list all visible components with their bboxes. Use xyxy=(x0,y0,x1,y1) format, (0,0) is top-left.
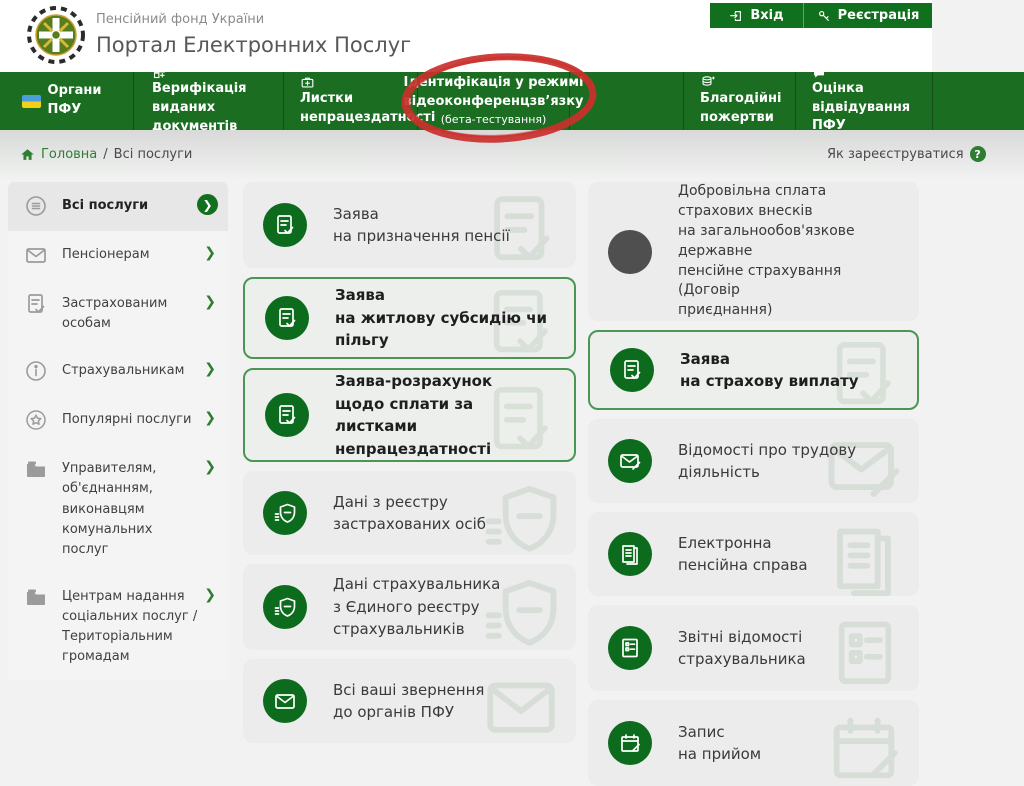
list-circle-icon xyxy=(24,194,48,218)
breadcrumb: Головна / Всі послуги xyxy=(20,147,192,162)
nav-item-video-identification[interactable]: Ідентифікація у режимі відеоконференцзв’… xyxy=(417,72,570,130)
nav-item-verification[interactable]: Верифікація виданих документів xyxy=(133,72,283,130)
breadcrumb-home-link[interactable]: Головна xyxy=(20,147,97,162)
page-title: Портал Електронних Послуг xyxy=(96,33,411,57)
breadcrumb-separator: / xyxy=(103,147,107,162)
document-check-icon xyxy=(263,203,307,247)
card-insurance-payout-application[interactable]: Заява на страхову виплату xyxy=(588,330,919,410)
sidebar-item-all-services[interactable]: Всі послуги ❯ xyxy=(8,182,228,231)
folder-icon xyxy=(24,457,48,481)
breadcrumb-bar: Головна / Всі послуги Як зареєструватися… xyxy=(0,130,1024,178)
login-icon xyxy=(729,9,743,23)
calendar-pencil-icon xyxy=(608,721,652,765)
chevron-right-icon: ❯ xyxy=(204,587,216,603)
card-sick-leave-payment-application[interactable]: Заява-розрахунок щодо сплати за листками… xyxy=(243,368,576,462)
sidebar-item-popular-services[interactable]: Популярні послуги ❯ xyxy=(8,396,228,445)
how-to-register-link[interactable]: Як зареєструватися ? xyxy=(827,146,986,162)
document-check-icon xyxy=(24,292,48,316)
nav-item-organy-pfu[interactable]: Органи ПФУ xyxy=(0,72,133,130)
sidebar-item-insured-persons[interactable]: Застрахованим особам ❯ xyxy=(8,280,228,347)
report-icon xyxy=(608,626,652,670)
card-insurer-registry-data[interactable]: Дані страхувальника з Єдиного реєстру ст… xyxy=(243,564,576,650)
login-button[interactable]: Вхід xyxy=(710,3,804,28)
services-column-left: Заява на призначення пенсії Заява на жит… xyxy=(243,182,576,743)
shield-icon xyxy=(263,585,307,629)
site-header: Пенсійний фонд України Портал Електронни… xyxy=(0,0,932,72)
card-voluntary-insurance-payment[interactable]: Добровільна сплата страхових внесків на … xyxy=(588,182,919,321)
calendar-pencil-watermark-icon xyxy=(823,707,905,786)
envelope-pencil-icon xyxy=(608,439,652,483)
card-pension-application[interactable]: Заява на призначення пенсії xyxy=(243,182,576,268)
ukraine-flag-icon xyxy=(22,95,41,108)
document-check-icon xyxy=(265,296,309,340)
briefcase-plus-icon xyxy=(300,75,315,90)
card-insurer-report-information[interactable]: Звітні відомості страхувальника xyxy=(588,605,919,691)
report-watermark-icon xyxy=(825,613,905,691)
question-mark-icon: ? xyxy=(970,146,986,162)
shield-icon xyxy=(263,491,307,535)
info-circle-icon xyxy=(24,359,48,383)
envelope-icon xyxy=(263,679,307,723)
key-icon xyxy=(817,9,831,23)
sidebar-item-insurers[interactable]: Страхувальникам ❯ xyxy=(8,347,228,396)
chevron-right-circle-icon: ❯ xyxy=(197,194,218,215)
chat-bubble-icon xyxy=(812,66,826,80)
card-employment-information[interactable]: Відомості про трудову діяльність xyxy=(588,419,919,503)
sidebar-item-social-centers[interactable]: Центрам надання соціальних послуг / Тери… xyxy=(8,573,228,681)
card-all-your-appeals[interactable]: Всі ваші звернення до органів ПФУ xyxy=(243,659,576,743)
card-electronic-pension-file[interactable]: Електронна пенсійна справа xyxy=(588,512,919,596)
sidebar: Всі послуги ❯ Пенсіонерам ❯ Застраховани… xyxy=(8,182,228,681)
pages-icon xyxy=(608,532,652,576)
chevron-right-icon: ❯ xyxy=(204,245,216,261)
folder-icon xyxy=(24,585,48,609)
envelope-icon xyxy=(24,243,48,267)
beta-testing-note: (бета-тестування) xyxy=(441,112,547,128)
nav-divider xyxy=(932,72,933,130)
card-appointment-booking[interactable]: Запис на прийом xyxy=(588,700,919,786)
nav-item-sick-leave[interactable]: Листки непрацездатності xyxy=(283,72,417,130)
register-button[interactable]: Реєстрація xyxy=(804,3,932,28)
sidebar-item-pensioners[interactable]: Пенсіонерам ❯ xyxy=(8,231,228,280)
chevron-right-icon: ❯ xyxy=(204,459,216,475)
org-name: Пенсійний фонд України xyxy=(96,12,264,27)
document-check-icon xyxy=(610,348,654,392)
services-column-right: Добровільна сплата страхових внесків на … xyxy=(588,182,919,786)
sidebar-item-managers[interactable]: Управителям, об'єднанням, виконавцям ком… xyxy=(8,445,228,573)
pfu-logo xyxy=(26,5,86,65)
shield-watermark-icon xyxy=(480,477,562,555)
chevron-right-icon: ❯ xyxy=(204,410,216,426)
nav-item-visit-rating[interactable]: Оцінка відвідування ПФУ xyxy=(795,72,932,130)
qr-grid-icon xyxy=(152,65,167,80)
card-housing-subsidy-application[interactable]: Заява на житлову субсидію чи пільгу xyxy=(243,277,576,359)
coins-icon xyxy=(700,74,716,90)
document-check-icon xyxy=(265,393,309,437)
envelope-watermark-icon xyxy=(480,665,562,743)
gray-circle-icon xyxy=(608,230,652,274)
card-insured-persons-registry-data[interactable]: Дані з реєстру застрахованих осіб xyxy=(243,471,576,555)
nav-item-donations[interactable]: Благодійні пожертви xyxy=(683,72,795,130)
chevron-right-icon: ❯ xyxy=(204,294,216,310)
pages-watermark-icon xyxy=(823,518,905,596)
home-icon xyxy=(20,147,35,162)
chevron-right-icon: ❯ xyxy=(204,361,216,377)
star-circle-icon xyxy=(24,408,48,432)
breadcrumb-current: Всі послуги xyxy=(114,147,193,162)
main-nav: Органи ПФУ Верифікація виданих документі… xyxy=(0,72,1024,130)
